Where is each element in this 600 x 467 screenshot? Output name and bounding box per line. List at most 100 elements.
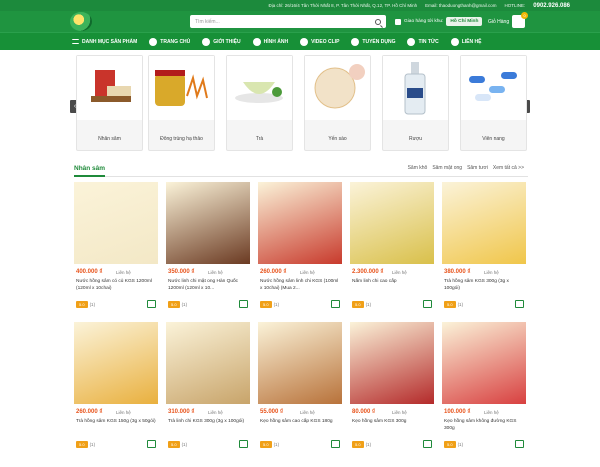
- rating-chip: 5.0: [352, 301, 364, 308]
- filter-link[interactable]: Sâm mật ong: [432, 165, 462, 171]
- rating-chip: 5.0: [76, 301, 88, 308]
- product-name[interactable]: Kẹo hồng sâm không đường KGS 300g: [444, 419, 524, 432]
- product-price: 260.000 ₫: [260, 269, 287, 275]
- product-image[interactable]: [442, 322, 526, 404]
- add-to-cart-icon[interactable]: [331, 440, 340, 448]
- nav-item-about[interactable]: GIỚI THIỆU: [202, 37, 241, 46]
- add-to-cart-icon[interactable]: [515, 300, 524, 308]
- add-to-cart-icon[interactable]: [239, 300, 248, 308]
- product-name[interactable]: Nước linh chi mật ong Hàn Quốc 1200ml (1…: [168, 279, 248, 292]
- truck-icon: [395, 18, 401, 25]
- nav-item-categories[interactable]: DANH MỤC SẢN PHẨM: [72, 39, 137, 45]
- delivery-city[interactable]: Hồ Chí Minh: [446, 17, 483, 26]
- product-image[interactable]: [442, 182, 526, 264]
- product-name[interactable]: Nước hồng sâm có củ KGS 1200ml (120ml x …: [76, 279, 156, 292]
- product-rating: 5.0 (1): [168, 441, 187, 448]
- product-name[interactable]: Kẹo hồng sâm cao cấp KGS 180g: [260, 419, 340, 426]
- add-to-cart-icon[interactable]: [147, 440, 156, 448]
- add-to-cart-icon[interactable]: [423, 440, 432, 448]
- phone-icon: [450, 37, 459, 46]
- contact-price-label: Liên hệ: [392, 410, 407, 415]
- product-image[interactable]: [350, 182, 434, 264]
- product-image[interactable]: [258, 322, 342, 404]
- contact-price-label: Liên hệ: [484, 410, 499, 415]
- product-price: 400.000 ₫: [76, 269, 103, 275]
- nav-label: TUYỂN DỤNG: [362, 38, 396, 45]
- product-image[interactable]: [350, 322, 434, 404]
- product-name[interactable]: Trà hồng sâm KGS 300g (3g x 100gói): [444, 279, 524, 292]
- add-to-cart-icon[interactable]: [423, 300, 432, 308]
- email-text[interactable]: Email: thaoduongthanh@gmail.com: [425, 3, 496, 8]
- nav-item-careers[interactable]: TUYỂN DỤNG: [351, 37, 396, 46]
- category-tile-cordyceps[interactable]: Đông trùng hạ thảo: [148, 55, 215, 151]
- contact-price-label: Liên hệ: [300, 410, 315, 415]
- product-name[interactable]: Kẹo hồng sâm KGS 300g: [352, 419, 432, 426]
- product-card[interactable]: 260.000 ₫ Liên hệ Trà hồng sâm KGS 150g (3…: [74, 322, 158, 452]
- view-all-link[interactable]: Xem tất cả >>: [493, 165, 524, 171]
- product-image[interactable]: [166, 182, 250, 264]
- product-card[interactable]: 55.000 ₫ Liên hệ Kẹo hồng sâm cao cấp KGS …: [258, 322, 342, 452]
- product-card[interactable]: 2.300.000 ₫ Liên hệ Nấm linh chi cao cấp 5.…: [350, 182, 434, 312]
- hotline-number[interactable]: 0902.926.086: [533, 3, 570, 9]
- image-icon: [252, 37, 261, 46]
- add-to-cart-icon[interactable]: [515, 440, 524, 448]
- rating-chip: 5.0: [444, 441, 456, 448]
- logo-icon[interactable]: [70, 12, 92, 31]
- product-name[interactable]: Nước hồng sâm linh chi KGS (100ml x 10ch…: [260, 279, 340, 292]
- product-name[interactable]: Trà linh chi KGS 300g (3g x 100gói): [168, 419, 248, 426]
- filter-link[interactable]: Sâm khô: [408, 165, 428, 171]
- category-tile-liquor[interactable]: Rượu: [382, 55, 449, 151]
- contact-price-label: Liên hệ: [300, 270, 315, 275]
- product-card[interactable]: 380.000 ₫ Liên hệ Trà hồng sâm KGS 300g (3…: [442, 182, 526, 312]
- product-rating: 5.0 (1): [352, 441, 371, 448]
- product-card[interactable]: 80.000 ₫ Liên hệ Kẹo hồng sâm KGS 300g 5.0(…: [350, 322, 434, 452]
- product-rating: 5.0 (1): [444, 441, 463, 448]
- product-price: 100.000 ₫: [444, 409, 471, 415]
- nav-item-contact[interactable]: LIÊN HỆ: [450, 37, 481, 46]
- add-to-cart-icon[interactable]: [239, 440, 248, 448]
- nav-item-video[interactable]: VIDEO CLIP: [300, 37, 339, 46]
- category-image: [149, 56, 214, 120]
- product-image[interactable]: [258, 182, 342, 264]
- product-image[interactable]: [74, 322, 158, 404]
- product-card[interactable]: 400.000 ₫ Liên hệ Nước hồng sâm có củ KGS …: [74, 182, 158, 312]
- product-card[interactable]: 100.000 ₫ Liên hệ Kẹo hồng sâm không đường…: [442, 322, 526, 452]
- nav-item-images[interactable]: HÌNH ẢNH: [252, 37, 288, 46]
- cart-icon[interactable]: 0: [512, 12, 529, 28]
- product-card[interactable]: 260.000 ₫ Liên hệ Nước hồng sâm linh chi K…: [258, 182, 342, 312]
- product-name[interactable]: Nấm linh chi cao cấp: [352, 279, 432, 286]
- nav-label: DANH MỤC SẢN PHẨM: [82, 38, 138, 45]
- filter-link[interactable]: Sâm tươi: [467, 165, 488, 171]
- category-label: Trà: [255, 136, 264, 142]
- contact-price-label: Liên hệ: [208, 270, 223, 275]
- product-rating: 5.0 (1): [444, 301, 463, 308]
- cart-label: Giỏ Hàng: [488, 18, 510, 25]
- cart-button[interactable]: Giỏ Hàng 0: [488, 12, 529, 28]
- header: Tìm kiếm... Giao hàng tới khu: Hồ Chí Mi…: [0, 11, 600, 32]
- product-rating: 5.0 (1): [76, 301, 95, 308]
- product-name[interactable]: Trà hồng sâm KGS 150g (3g x 50gói): [76, 419, 156, 426]
- category-tile-tea[interactable]: Trà: [226, 55, 293, 151]
- rating-chip: 5.0: [168, 441, 180, 448]
- nav-item-home[interactable]: TRANG CHỦ: [149, 37, 190, 46]
- product-card[interactable]: 350.000 ₫ Liên hệ Nước linh chi mật ong Hà…: [166, 182, 250, 312]
- add-to-cart-icon[interactable]: [331, 300, 340, 308]
- category-tile-ginseng[interactable]: Nhân sâm: [76, 55, 143, 151]
- section-title[interactable]: Nhân sâm: [74, 165, 106, 177]
- add-to-cart-icon[interactable]: [147, 300, 156, 308]
- search-icon[interactable]: [375, 18, 381, 25]
- category-image: [77, 56, 142, 120]
- rating-chip: 5.0: [76, 441, 88, 448]
- product-price: 55.000 ₫: [260, 409, 284, 415]
- product-card[interactable]: 310.000 ₫ Liên hệ Trà linh chi KGS 300g (3…: [166, 322, 250, 452]
- delivery-selector[interactable]: Giao hàng tới khu: Hồ Chí Minh: [395, 15, 483, 28]
- category-image: [383, 56, 448, 120]
- category-tile-bird-nest[interactable]: Yến sào: [304, 55, 371, 151]
- category-tile-capsules[interactable]: Viên nang: [460, 55, 527, 151]
- rating-chip: 5.0: [168, 301, 180, 308]
- product-image[interactable]: [74, 182, 158, 264]
- search-input[interactable]: Tìm kiếm...: [190, 15, 386, 28]
- nav-item-news[interactable]: TIN TỨC: [407, 37, 439, 46]
- contact-price-label: Liên hệ: [392, 270, 407, 275]
- product-image[interactable]: [166, 322, 250, 404]
